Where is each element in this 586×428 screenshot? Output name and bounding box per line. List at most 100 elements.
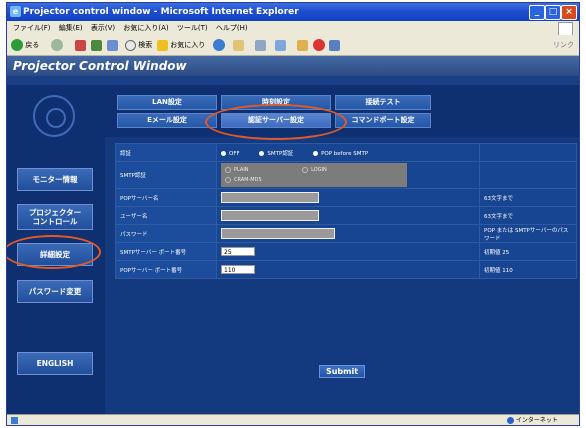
messenger-button[interactable] bbox=[313, 38, 325, 52]
user-name-label: ユーザー名 bbox=[115, 206, 217, 225]
password-note: POP または SMTPサーバーのパスワード bbox=[479, 224, 577, 243]
discuss-button[interactable] bbox=[297, 38, 308, 52]
smtp-login-radio[interactable]: LOGIN bbox=[302, 165, 327, 175]
sidebar-item-password-change[interactable]: パスワード変更 bbox=[17, 280, 93, 303]
menu-view[interactable]: 表示(V) bbox=[91, 24, 115, 32]
tab-area: LAN設定 時刻設定 接続テスト Eメール設定 認証サーバー設定 コマンドポート… bbox=[105, 85, 579, 137]
smtp-port-label: SMTPサーバー ポート番号 bbox=[115, 242, 217, 261]
header-strip bbox=[7, 76, 579, 85]
home-icon bbox=[107, 39, 118, 51]
refresh-icon bbox=[91, 39, 102, 51]
pop-port-note: 初期値 110 bbox=[479, 260, 577, 279]
stop-button[interactable] bbox=[75, 38, 86, 52]
tab-lan-settings[interactable]: LAN設定 bbox=[117, 95, 217, 110]
mail-button[interactable] bbox=[233, 38, 244, 52]
tab-connection-test[interactable]: 接続テスト bbox=[335, 95, 431, 110]
auth-smtp-radio[interactable]: SMTP認証 bbox=[259, 149, 293, 157]
forward-button[interactable] bbox=[51, 38, 63, 52]
auth-note bbox=[479, 143, 577, 162]
window-title: Projector control window - Microsoft Int… bbox=[23, 7, 299, 17]
menu-edit[interactable]: 編集(E) bbox=[59, 24, 83, 32]
projector-lens-icon bbox=[33, 95, 75, 137]
auth-options: OFF SMTP認証 POP before SMTP bbox=[216, 143, 480, 162]
auth-pop-before-smtp-radio[interactable]: POP before SMTP bbox=[313, 150, 368, 157]
globe-icon bbox=[507, 417, 514, 424]
smtp-auth-label: SMTP認証 bbox=[115, 161, 217, 189]
edit-icon bbox=[275, 39, 286, 51]
password-label: パスワード bbox=[115, 224, 217, 243]
smtp-port-input[interactable]: 25 bbox=[221, 247, 255, 256]
auth-off-radio[interactable]: OFF bbox=[221, 150, 240, 157]
settings-panel: LAN設定 時刻設定 接続テスト Eメール設定 認証サーバー設定 コマンドポート… bbox=[105, 85, 579, 414]
tab-time-settings[interactable]: 時刻設定 bbox=[221, 95, 331, 110]
minimize-button[interactable]: _ bbox=[529, 5, 545, 20]
app-title: Projector Control Window bbox=[13, 59, 187, 73]
app-header: Projector Control Window bbox=[7, 56, 579, 76]
sidebar-item-monitor-info[interactable]: モニター情報 bbox=[17, 168, 93, 191]
edit-button[interactable] bbox=[275, 38, 286, 52]
menu-tools[interactable]: ツール(T) bbox=[177, 24, 208, 32]
mail-icon bbox=[233, 39, 244, 51]
pop-server-label: POPサーバー名 bbox=[115, 188, 217, 207]
smtp-auth-note bbox=[479, 161, 577, 189]
research-icon bbox=[329, 39, 340, 51]
forward-arrow-icon bbox=[51, 39, 63, 51]
table-row: SMTPサーバー ポート番号 25 初期値 25 bbox=[115, 242, 577, 261]
sidebar-item-projector-control[interactable]: プロジェクター コントロール bbox=[17, 204, 93, 230]
home-button[interactable] bbox=[107, 38, 118, 52]
table-row: ユーザー名 63文字まで bbox=[115, 206, 577, 225]
table-row: POPサーバー名 63文字まで bbox=[115, 188, 577, 207]
smtp-auth-options: PLAIN LOGIN CRAM-MD5 bbox=[216, 161, 480, 189]
smtp-auth-box: PLAIN LOGIN CRAM-MD5 bbox=[221, 163, 407, 187]
settings-table: 認証 OFF SMTP認証 POP before SMTP SMTP認証 PLA… bbox=[115, 143, 577, 279]
submit-button[interactable]: Submit bbox=[319, 365, 365, 378]
history-icon bbox=[213, 39, 225, 51]
table-row: パスワード POP または SMTPサーバーのパスワード bbox=[115, 224, 577, 243]
auth-label: 認証 bbox=[115, 143, 217, 162]
pop-port-input[interactable]: 110 bbox=[221, 265, 255, 274]
browser-window: e Projector control window - Microsoft I… bbox=[6, 2, 580, 426]
password-input[interactable] bbox=[221, 228, 335, 239]
messenger-icon bbox=[313, 39, 325, 51]
sidebar-item-english[interactable]: ENGLISH bbox=[17, 352, 93, 375]
ie-icon: e bbox=[10, 6, 21, 17]
star-icon bbox=[157, 39, 168, 51]
sidebar-item-detailed-settings[interactable]: 詳細設定 bbox=[17, 243, 93, 266]
user-name-note: 63文字まで bbox=[479, 206, 577, 225]
table-row: POPサーバー ポート番号 110 初期値 110 bbox=[115, 260, 577, 279]
close-button[interactable]: × bbox=[561, 5, 577, 20]
pop-server-note: 63文字まで bbox=[479, 188, 577, 207]
print-button[interactable] bbox=[255, 38, 266, 52]
links-button[interactable]: リンク bbox=[553, 38, 574, 52]
pop-port-label: POPサーバー ポート番号 bbox=[115, 260, 217, 279]
smtp-cram-md5-radio[interactable]: CRAM-MD5 bbox=[225, 175, 262, 185]
tab-email-settings[interactable]: Eメール設定 bbox=[117, 113, 217, 128]
table-row: 認証 OFF SMTP認証 POP before SMTP bbox=[115, 143, 577, 162]
refresh-button[interactable] bbox=[91, 38, 102, 52]
research-button[interactable] bbox=[329, 38, 340, 52]
menu-help[interactable]: ヘルプ(H) bbox=[216, 24, 248, 32]
back-button[interactable]: 戻る bbox=[11, 38, 39, 52]
user-name-input[interactable] bbox=[221, 210, 319, 221]
back-arrow-icon bbox=[11, 39, 23, 51]
menu-favorites[interactable]: お気に入り(A) bbox=[123, 24, 168, 32]
print-icon bbox=[255, 39, 266, 51]
favorites-button[interactable]: お気に入り bbox=[157, 38, 205, 52]
smtp-port-note: 初期値 25 bbox=[479, 242, 577, 261]
menu-file[interactable]: ファイル(F) bbox=[13, 24, 51, 32]
tab-command-port-settings[interactable]: コマンドポート設定 bbox=[335, 113, 431, 128]
search-button[interactable]: 検索 bbox=[125, 38, 152, 52]
sidebar: モニター情報 プロジェクター コントロール 詳細設定 パスワード変更 ENGLI… bbox=[7, 85, 105, 414]
tab-auth-server-settings[interactable]: 認証サーバー設定 bbox=[221, 113, 331, 128]
menu-bar: ファイル(F) 編集(E) 表示(V) お気に入り(A) ツール(T) ヘルプ(… bbox=[7, 21, 579, 36]
windows-logo-icon bbox=[558, 22, 573, 36]
page-icon bbox=[11, 417, 18, 424]
stop-icon bbox=[75, 39, 86, 51]
table-row: SMTP認証 PLAIN LOGIN CRAM-MD5 bbox=[115, 161, 577, 189]
smtp-plain-radio[interactable]: PLAIN bbox=[225, 165, 249, 175]
discuss-icon bbox=[297, 39, 308, 51]
history-button[interactable] bbox=[213, 38, 225, 52]
maximize-button[interactable]: □ bbox=[545, 5, 561, 20]
pop-server-input[interactable] bbox=[221, 192, 319, 203]
search-icon bbox=[125, 39, 136, 51]
